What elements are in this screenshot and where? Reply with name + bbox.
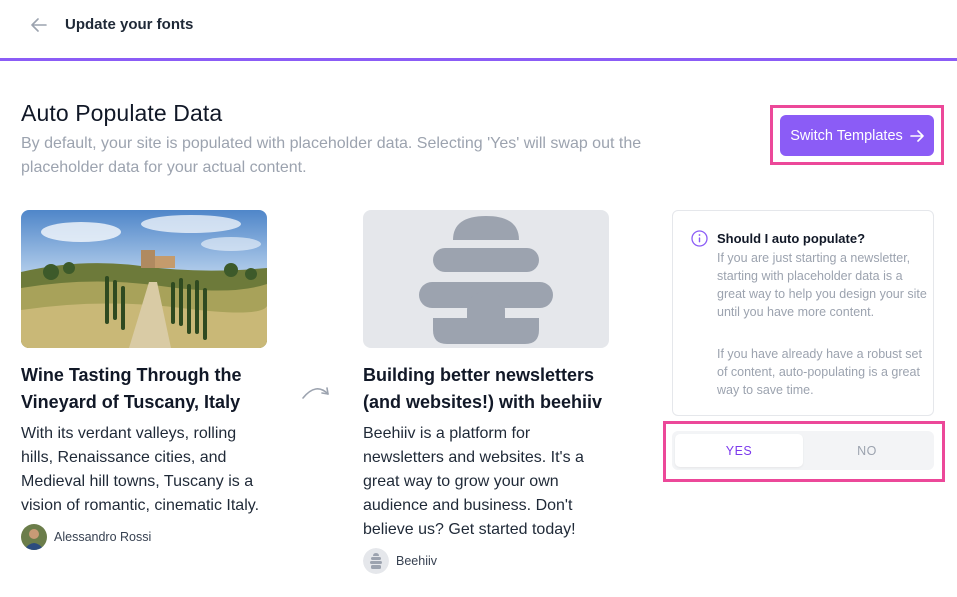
- auto-populate-toggle: YES NO: [672, 431, 934, 470]
- author-name: Beehiiv: [396, 554, 437, 568]
- back-button[interactable]: [28, 14, 50, 36]
- toggle-no[interactable]: NO: [803, 434, 931, 467]
- placeholder-post-card: Wine Tasting Through the Vineyard of Tus…: [21, 210, 271, 550]
- info-paragraph: If you have already have a robust set of…: [717, 347, 922, 397]
- switch-templates-button[interactable]: Switch Templates: [780, 115, 934, 156]
- card-description: Beehiiv is a platform for newsletters an…: [363, 425, 584, 538]
- avatar: [21, 524, 47, 550]
- section-heading: Auto Populate Data: [21, 100, 223, 126]
- section-description: By default, your site is populated with …: [21, 135, 642, 176]
- arrow-right-icon: [909, 129, 924, 142]
- actual-post-card: Building better newsletters (and website…: [363, 210, 613, 574]
- arrow-left-icon: [31, 18, 47, 32]
- card-description: With its verdant valleys, rolling hills,…: [21, 425, 260, 514]
- card-author: Beehiiv: [363, 548, 613, 574]
- switch-templates-label: Switch Templates: [790, 127, 903, 144]
- tuscany-landscape-image: [21, 210, 267, 348]
- card-author: Alessandro Rossi: [21, 524, 271, 550]
- card-title: Wine Tasting Through the Vineyard of Tus…: [21, 365, 242, 412]
- beehive-logo: [363, 210, 609, 348]
- avatar: [363, 548, 389, 574]
- info-title: Should I auto populate?: [717, 231, 866, 246]
- toggle-yes[interactable]: YES: [675, 434, 803, 467]
- curved-arrow-icon: [302, 387, 329, 399]
- page-title: Update your fonts: [65, 16, 194, 33]
- info-icon: [691, 230, 708, 247]
- info-paragraph: If you are just starting a newsletter, s…: [717, 251, 927, 319]
- author-name: Alessandro Rossi: [54, 530, 152, 544]
- info-panel: Should I auto populate? If you are just …: [672, 210, 934, 416]
- top-bar: Update your fonts: [0, 0, 957, 61]
- card-title: Building better newsletters (and website…: [363, 365, 603, 412]
